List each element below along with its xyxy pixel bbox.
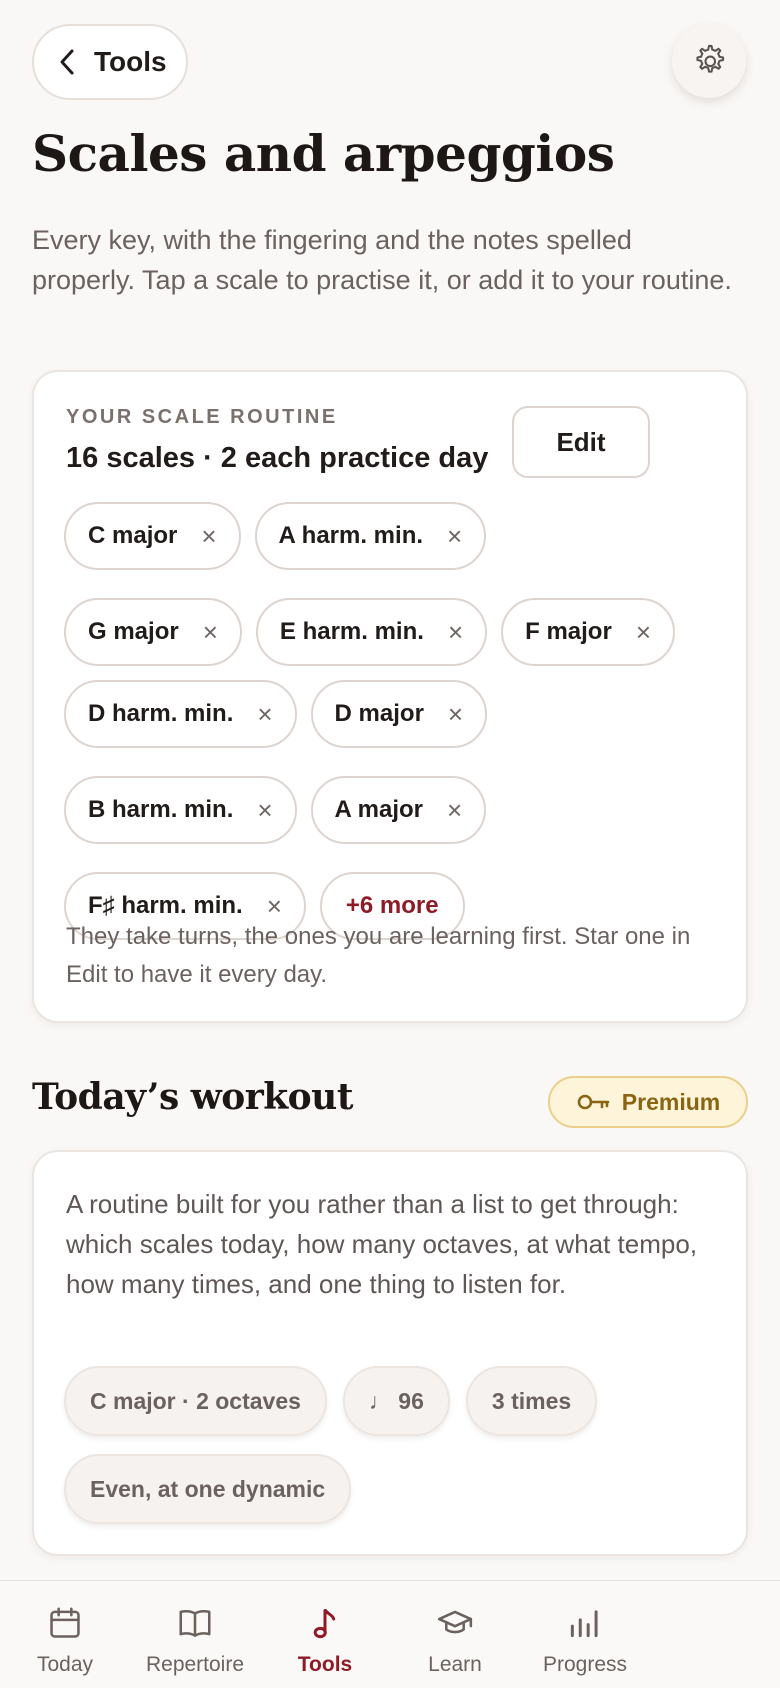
bottom-nav: Today Repertoire Tools Learn Progress: [0, 1580, 780, 1688]
scale-chip[interactable]: G major ×: [64, 598, 242, 666]
scale-chip-label: B harm. min.: [88, 796, 234, 823]
edit-routine-button[interactable]: Edit: [512, 406, 650, 478]
remove-icon[interactable]: ×: [203, 617, 218, 648]
routine-summary: 16 scales · 2 each practice day: [66, 442, 489, 474]
settings-button[interactable]: [672, 24, 746, 98]
remove-icon[interactable]: ×: [448, 699, 463, 730]
nav-item-repertoire[interactable]: Repertoire: [130, 1581, 260, 1688]
open-book-icon: [175, 1603, 215, 1643]
scale-chip[interactable]: D harm. min. ×: [64, 680, 297, 748]
nav-item-learn[interactable]: Learn: [390, 1581, 520, 1688]
workout-card: A routine built for you rather than a li…: [32, 1150, 748, 1556]
scale-chip-label: A major: [334, 796, 424, 823]
scale-chip-label: F major: [525, 618, 612, 645]
chevron-left-icon: [60, 49, 74, 75]
workout-detail-list: C major · 2 octaves ♩ 96 3 times Even, a…: [64, 1366, 724, 1524]
workout-scale-chip: C major · 2 octaves: [64, 1366, 327, 1436]
remove-icon[interactable]: ×: [201, 521, 216, 552]
premium-label: Premium: [621, 1088, 721, 1115]
remove-icon[interactable]: ×: [636, 617, 651, 648]
key-icon: [577, 1094, 610, 1110]
scale-chip-label: G major: [88, 618, 179, 645]
scale-chip-label: F♯ harm. min.: [88, 892, 243, 919]
nav-item-label: Today: [36, 1653, 94, 1676]
scale-chip-label: D harm. min.: [88, 700, 234, 727]
scale-chip[interactable]: C major ×: [64, 502, 241, 570]
nav-item-label: Tools: [297, 1653, 353, 1676]
nav-item-tools[interactable]: Tools: [260, 1581, 390, 1688]
scale-chip[interactable]: D major ×: [310, 680, 488, 748]
remove-icon[interactable]: ×: [257, 795, 272, 826]
workout-section-title: Today’s workout: [32, 1076, 353, 1118]
calendar-icon: [45, 1603, 85, 1643]
scale-chip[interactable]: A harm. min. ×: [254, 502, 487, 570]
routine-note: They take turns, the ones you are learni…: [66, 923, 691, 988]
intro-text: Every key, with the fingering and the no…: [32, 225, 732, 295]
scale-chip-label: D major: [334, 700, 424, 727]
scale-chip[interactable]: B harm. min. ×: [64, 776, 297, 844]
routine-eyebrow: YOUR SCALE ROUTINE: [66, 406, 338, 428]
nav-item-progress[interactable]: Progress: [520, 1581, 650, 1688]
scale-chip-label: E harm. min.: [279, 618, 424, 645]
nav-item-today[interactable]: Today: [0, 1581, 130, 1688]
back-button[interactable]: Tools: [32, 24, 188, 100]
scale-routine-card: YOUR SCALE ROUTINE 16 scales · 2 each pr…: [32, 370, 748, 1023]
remove-icon[interactable]: ×: [267, 891, 282, 922]
scale-chip-label: C major: [88, 522, 178, 549]
scale-chip[interactable]: E harm. min. ×: [255, 598, 488, 666]
routine-scale-list: C major × A harm. min. × G major × E har…: [64, 502, 724, 940]
page-title: Scales and arpeggios: [32, 124, 615, 183]
remove-icon[interactable]: ×: [448, 617, 463, 648]
workout-repeats-chip: 3 times: [465, 1366, 598, 1436]
gear-icon: [696, 44, 725, 73]
nav-item-label: Progress: [542, 1653, 628, 1676]
remove-icon[interactable]: ×: [447, 521, 462, 552]
scale-chip[interactable]: A major ×: [310, 776, 487, 844]
workout-description: A routine built for you rather than a li…: [66, 1189, 698, 1299]
premium-badge[interactable]: Premium: [548, 1076, 748, 1128]
remove-icon[interactable]: ×: [447, 795, 462, 826]
back-button-label: Tools: [94, 46, 167, 77]
workout-focus-chip: Even, at one dynamic: [64, 1454, 352, 1524]
nav-item-label: Learn: [428, 1653, 482, 1676]
graduation-cap-icon: [435, 1603, 475, 1643]
nav-item-label: Repertoire: [145, 1653, 245, 1676]
scale-chip-label: A harm. min.: [278, 522, 424, 549]
workout-tempo-chip: ♩ 96: [342, 1366, 450, 1436]
remove-icon[interactable]: ×: [257, 699, 272, 730]
music-note-icon: [305, 1603, 345, 1643]
scale-chip[interactable]: F major ×: [501, 598, 675, 666]
bar-chart-icon: [565, 1603, 605, 1643]
